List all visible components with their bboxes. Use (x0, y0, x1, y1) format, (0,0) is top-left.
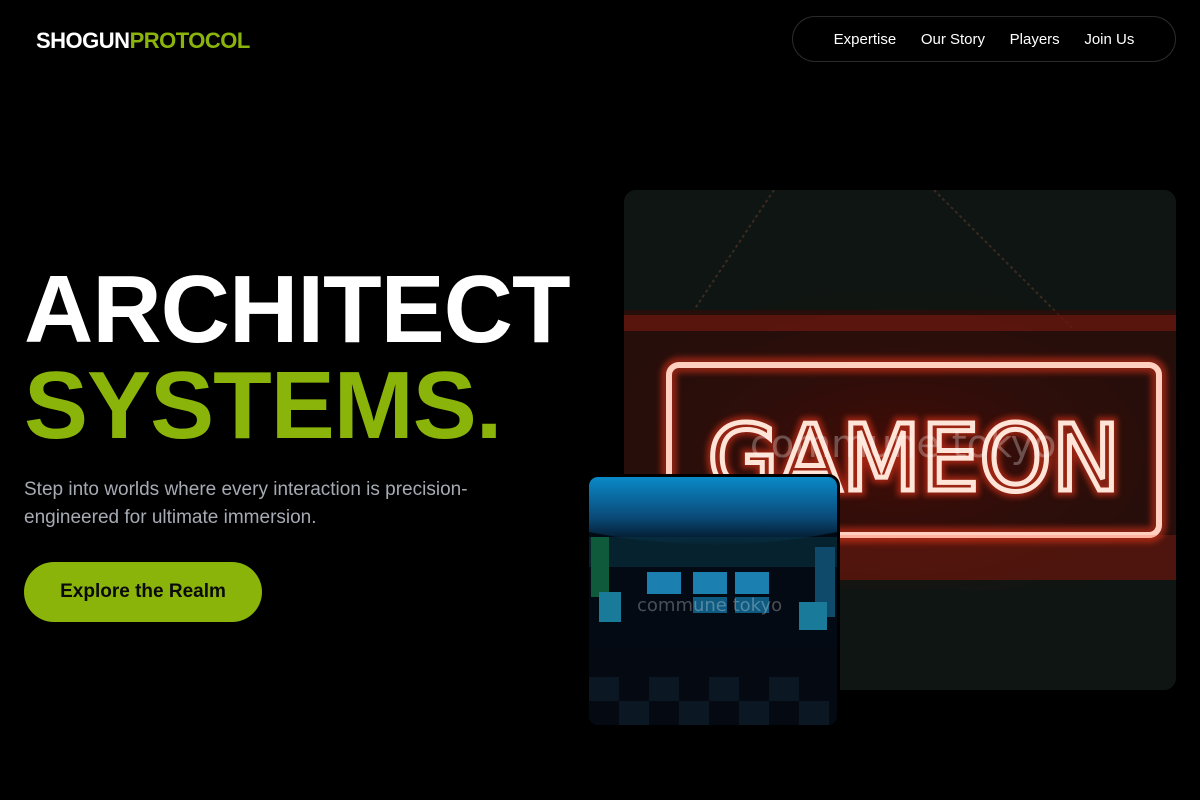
nav-item-our-story[interactable]: Our Story (921, 31, 985, 48)
nav-item-expertise[interactable]: Expertise (834, 31, 897, 48)
brand-name-part2: PROTOCOL (129, 28, 251, 53)
main-image-watermark: commune tokyo (750, 422, 1057, 466)
hero-subtitle: Step into worlds where every interaction… (24, 479, 468, 528)
explore-realm-button[interactable]: Explore the Realm (24, 562, 262, 622)
hero-heading-line1: ARCHITECT (24, 256, 571, 363)
nav-item-join-us[interactable]: Join Us (1084, 31, 1134, 48)
brand-logo[interactable]: SHOGUNPROTOCOL (36, 28, 250, 54)
secondary-image-watermark: commune tokyo (637, 595, 783, 616)
nav-item-players[interactable]: Players (1010, 31, 1060, 48)
brand-name-part1: SHOGUN (36, 28, 130, 53)
arcade-room-image: commune tokyo (586, 474, 840, 728)
hero-heading-line2: SYSTEMS. (24, 352, 502, 459)
top-nav: Expertise Our Story Players Join Us (792, 16, 1176, 62)
